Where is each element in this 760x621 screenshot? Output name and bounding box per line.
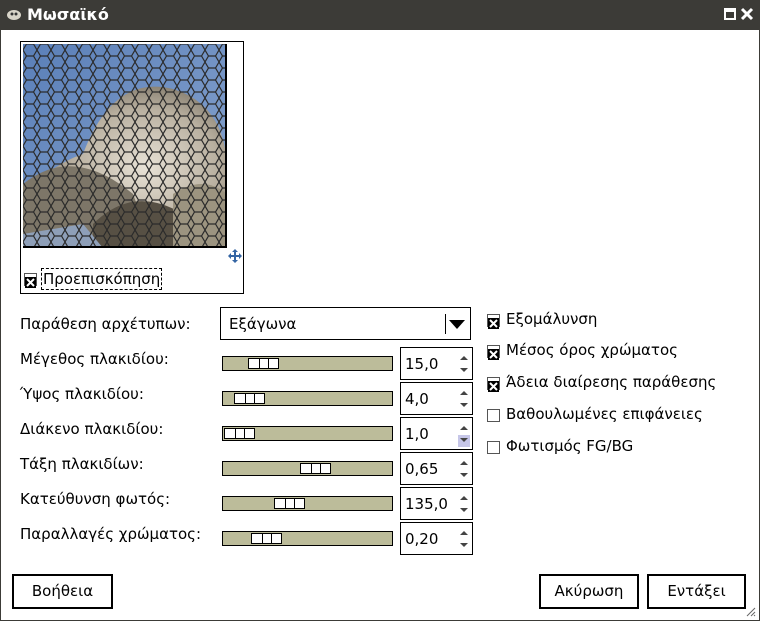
spin-down-icon[interactable] xyxy=(460,368,468,372)
checkmark-icon xyxy=(488,349,499,360)
param-slider[interactable] xyxy=(222,531,393,546)
gimp-app-icon xyxy=(7,10,21,20)
cancel-button[interactable]: Ακύρωση xyxy=(539,574,639,609)
option-checkbox[interactable] xyxy=(487,377,500,392)
param-slider[interactable] xyxy=(222,461,393,476)
mosaic-preview xyxy=(23,44,225,246)
tiling-label: Παράθεση αρχέτυπων: xyxy=(20,315,191,333)
slider-thumb[interactable] xyxy=(274,498,305,509)
param-label: Παραλλαγές χρώματος: xyxy=(20,525,202,543)
spin-down-icon[interactable] xyxy=(460,403,468,407)
help-button[interactable]: Βοήθεια xyxy=(12,574,113,609)
option-label[interactable]: Άδεια διαίρεσης παράθεσης xyxy=(506,373,716,391)
ok-button[interactable]: Εντάξει xyxy=(647,574,746,609)
param-spinbutton[interactable]: 0,65 xyxy=(400,452,473,485)
close-icon[interactable] xyxy=(740,7,754,21)
param-label: Μέγεθος πλακιδίου: xyxy=(20,350,169,368)
option-label[interactable]: Φωτισμός FG/BG xyxy=(506,437,633,455)
resize-grip-icon[interactable] xyxy=(744,605,756,617)
spin-up-icon[interactable] xyxy=(460,426,468,430)
spin-up-icon[interactable] xyxy=(460,356,468,360)
spin-down-icon[interactable] xyxy=(460,543,468,547)
param-spinbutton[interactable]: 0,20 xyxy=(400,522,473,555)
param-spinbutton[interactable]: 1,0 xyxy=(400,417,473,450)
title-bar: Μωσαϊκό xyxy=(0,0,760,30)
spin-down-icon[interactable] xyxy=(460,438,468,442)
checkmark-icon xyxy=(25,277,36,288)
option-checkbox[interactable] xyxy=(487,409,500,422)
slider-thumb[interactable] xyxy=(234,393,265,404)
preview-frame: Προεπισκόπηση xyxy=(20,41,244,294)
preview-checkbox[interactable] xyxy=(24,273,37,288)
spin-value: 15,0 xyxy=(405,355,439,373)
option-checkbox[interactable] xyxy=(487,314,500,329)
option-checkbox[interactable] xyxy=(487,345,500,360)
tiling-value: Εξάγωνα xyxy=(229,315,297,333)
maximize-icon[interactable] xyxy=(723,7,737,21)
spin-value: 0,20 xyxy=(405,530,439,548)
param-slider[interactable] xyxy=(222,426,393,441)
spin-down-icon[interactable] xyxy=(460,473,468,477)
chevron-down-icon xyxy=(449,320,465,329)
spin-up-icon[interactable] xyxy=(460,496,468,500)
option-label[interactable]: Μέσος όρος χρώματος xyxy=(506,341,678,359)
param-label: Διάκενο πλακιδίου: xyxy=(20,420,164,438)
param-slider[interactable] xyxy=(222,356,393,371)
param-label: Κατεύθυνση φωτός: xyxy=(20,490,171,508)
slider-thumb[interactable] xyxy=(248,358,279,369)
param-spinbutton[interactable]: 4,0 xyxy=(400,382,473,415)
slider-thumb[interactable] xyxy=(224,428,255,439)
spin-value: 1,0 xyxy=(405,425,429,443)
param-label: Τάξη πλακιδίων: xyxy=(20,455,144,473)
navigate-icon[interactable] xyxy=(228,249,242,263)
param-label: Ύψος πλακιδίου: xyxy=(20,385,144,403)
spin-down-icon[interactable] xyxy=(460,508,468,512)
slider-thumb[interactable] xyxy=(300,463,331,474)
preview-label[interactable]: Προεπισκόπηση xyxy=(41,268,163,290)
combo-separator xyxy=(445,314,446,334)
option-checkbox[interactable] xyxy=(487,441,500,454)
param-slider[interactable] xyxy=(222,496,393,511)
checkmark-icon xyxy=(488,381,499,392)
param-slider[interactable] xyxy=(222,391,393,406)
window-title: Μωσαϊκό xyxy=(27,5,109,24)
slider-thumb[interactable] xyxy=(251,533,282,544)
tiling-combo[interactable]: Εξάγωνα xyxy=(220,307,471,340)
preview-image[interactable] xyxy=(23,44,227,248)
spin-up-icon[interactable] xyxy=(460,531,468,535)
spin-up-icon[interactable] xyxy=(460,461,468,465)
spin-value: 135,0 xyxy=(405,495,448,513)
option-label[interactable]: Βαθουλωμένες επιφάνειες xyxy=(506,405,703,423)
param-spinbutton[interactable]: 15,0 xyxy=(400,347,473,380)
spin-value: 0,65 xyxy=(405,460,439,478)
spin-up-icon[interactable] xyxy=(460,391,468,395)
spin-value: 4,0 xyxy=(405,390,429,408)
param-spinbutton[interactable]: 135,0 xyxy=(400,487,473,520)
option-label[interactable]: Εξομάλυνση xyxy=(506,310,597,328)
checkmark-icon xyxy=(488,318,499,329)
